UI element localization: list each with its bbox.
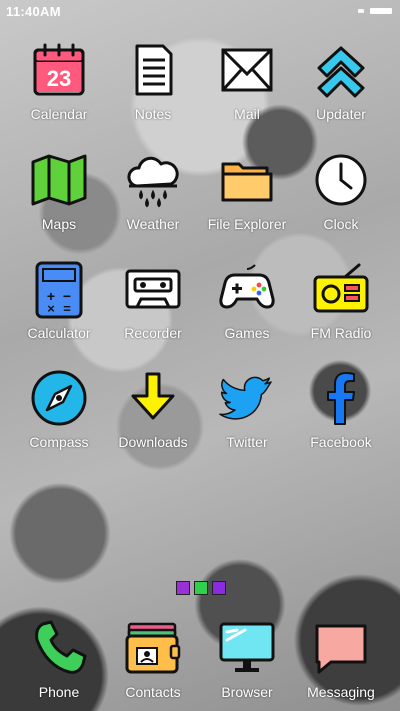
status-time: 11:40AM <box>6 4 61 19</box>
app-twitter[interactable]: Twitter <box>200 368 294 450</box>
download-icon <box>131 372 175 420</box>
app-label: Messaging <box>307 684 375 700</box>
dock-contacts[interactable]: Contacts <box>106 618 200 700</box>
updater-icon <box>317 46 365 98</box>
notes-icon <box>135 44 173 96</box>
app-label: Maps <box>41 216 77 232</box>
app-label: Twitter <box>226 434 268 450</box>
app-label: Compass <box>29 434 89 450</box>
page-indicator[interactable] <box>176 581 226 595</box>
app-label: Phone <box>38 684 80 700</box>
weather-icon <box>127 156 179 208</box>
gamepad-icon <box>219 264 275 309</box>
battery-icon <box>370 8 392 14</box>
app-label: Calendar <box>30 106 88 122</box>
app-label: Updater <box>316 106 366 122</box>
app-fm-radio[interactable]: FM Radio <box>294 259 388 341</box>
app-label: Notes <box>134 106 172 122</box>
radio-icon <box>313 263 369 313</box>
monitor-icon <box>219 622 275 672</box>
app-file-explorer[interactable]: File Explorer <box>200 150 294 232</box>
app-label: Contacts <box>125 684 181 700</box>
app-label: File Explorer <box>207 216 287 232</box>
app-recorder[interactable]: Recorder <box>106 259 200 341</box>
calculator-icon: + − × = <box>35 261 83 319</box>
app-label: Recorder <box>124 325 182 341</box>
status-indicators <box>358 8 392 14</box>
app-maps[interactable]: Maps <box>12 150 106 232</box>
calendar-icon: 23 <box>33 43 85 96</box>
svg-text:=: = <box>63 301 71 316</box>
phone-icon <box>35 620 87 674</box>
dock-messaging[interactable]: Messaging <box>294 618 388 700</box>
svg-text:×: × <box>47 301 55 316</box>
compass-icon <box>31 370 87 426</box>
status-bar: 11:40AM <box>0 0 400 24</box>
app-label: FM Radio <box>310 325 372 341</box>
app-weather[interactable]: Weather <box>106 150 200 232</box>
signal-icon <box>358 9 364 13</box>
message-icon <box>315 624 367 674</box>
clock-icon <box>315 154 367 206</box>
app-facebook[interactable]: Facebook <box>294 368 388 450</box>
page-dot[interactable] <box>176 581 190 595</box>
app-calculator[interactable]: + − × = Calculator <box>12 259 106 341</box>
folder-icon <box>221 162 273 202</box>
app-mail[interactable]: Mail <box>200 40 294 122</box>
cassette-icon <box>125 269 181 309</box>
app-clock[interactable]: Clock <box>294 150 388 232</box>
svg-text:23: 23 <box>47 66 71 91</box>
page-dot[interactable] <box>194 581 208 595</box>
dock-phone[interactable]: Phone <box>12 618 106 700</box>
app-calendar[interactable]: 23 Calendar <box>12 40 106 122</box>
app-label: Mail <box>234 106 260 122</box>
map-icon <box>31 154 87 206</box>
app-downloads[interactable]: Downloads <box>106 368 200 450</box>
app-notes[interactable]: Notes <box>106 40 200 122</box>
app-label: Games <box>224 325 270 341</box>
app-updater[interactable]: Updater <box>294 40 388 122</box>
page-dot[interactable] <box>212 581 226 595</box>
app-label: Browser <box>221 684 273 700</box>
app-compass[interactable]: Compass <box>12 368 106 450</box>
app-label: Downloads <box>118 434 188 450</box>
app-label: Weather <box>126 216 180 232</box>
dock-browser[interactable]: Browser <box>200 618 294 700</box>
app-label: Facebook <box>310 434 372 450</box>
mail-icon <box>221 48 273 92</box>
contacts-icon <box>125 622 181 674</box>
app-label: Calculator <box>27 325 91 341</box>
app-label: Clock <box>323 216 359 232</box>
app-games[interactable]: Games <box>200 259 294 341</box>
twitter-icon <box>219 376 272 420</box>
facebook-icon <box>327 372 355 425</box>
